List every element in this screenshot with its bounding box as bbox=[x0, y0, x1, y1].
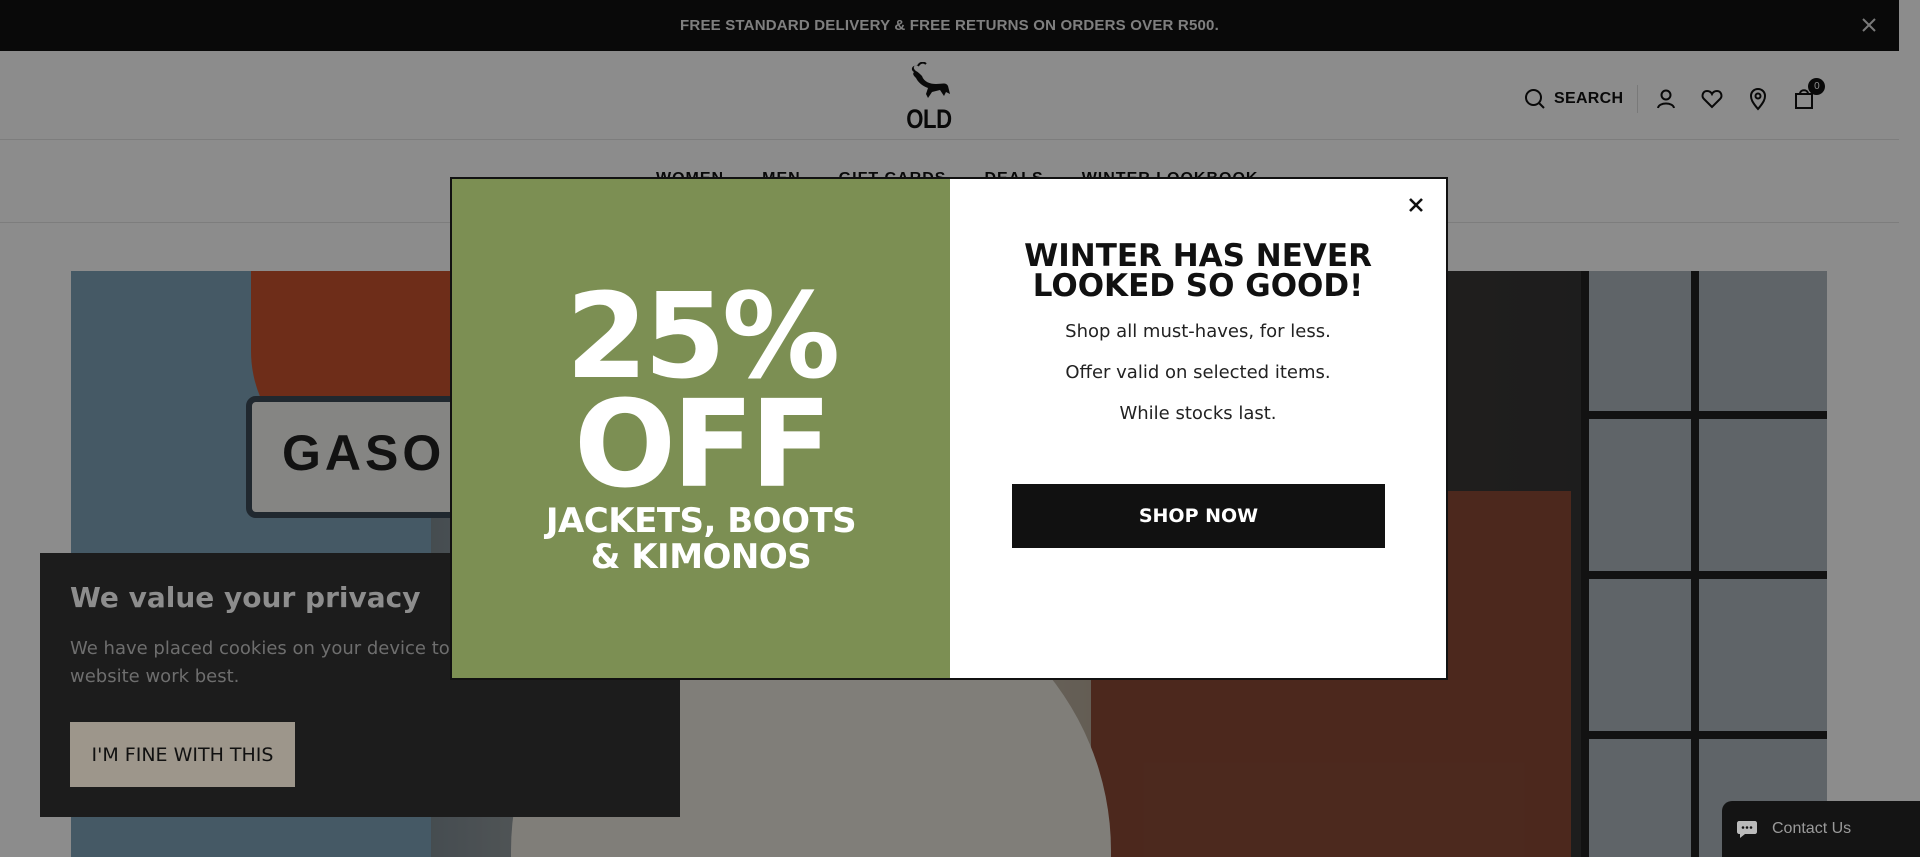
promo-modal: 25% OFF JACKETS, BOOTS & KIMONOS WINTER … bbox=[450, 177, 1448, 680]
modal-title-line-1: WINTER HAS NEVER bbox=[1024, 238, 1372, 274]
promo-panel: 25% OFF JACKETS, BOOTS & KIMONOS bbox=[452, 179, 950, 678]
chat-icon bbox=[1737, 821, 1757, 838]
close-icon[interactable] bbox=[1404, 193, 1428, 217]
promo-items-line-2: & KIMONOS bbox=[590, 537, 812, 577]
modal-line-3: While stocks last. bbox=[1119, 403, 1277, 424]
modal-title: WINTER HAS NEVER LOOKED SO GOOD! bbox=[950, 238, 1446, 304]
modal-title-line-2: LOOKED SO GOOD! bbox=[1032, 268, 1364, 304]
modal-content: WINTER HAS NEVER LOOKED SO GOOD! Shop al… bbox=[950, 179, 1446, 678]
contact-us-label: Contact Us bbox=[1772, 820, 1852, 837]
promo-off: OFF bbox=[574, 376, 832, 515]
modal-line-1: Shop all must-haves, for less. bbox=[1065, 321, 1331, 342]
promo-items: JACKETS, BOOTS & KIMONOS bbox=[452, 503, 950, 575]
accept-cookies-button[interactable]: I'M FINE WITH THIS bbox=[70, 722, 295, 787]
modal-line-2: Offer valid on selected items. bbox=[1065, 362, 1331, 383]
cookie-title: We value your privacy bbox=[70, 581, 421, 614]
contact-us-button[interactable]: Contact Us bbox=[1722, 801, 1920, 857]
promo-items-line-1: JACKETS, BOOTS bbox=[545, 501, 857, 541]
shop-now-button[interactable]: SHOP NOW bbox=[1012, 484, 1385, 548]
